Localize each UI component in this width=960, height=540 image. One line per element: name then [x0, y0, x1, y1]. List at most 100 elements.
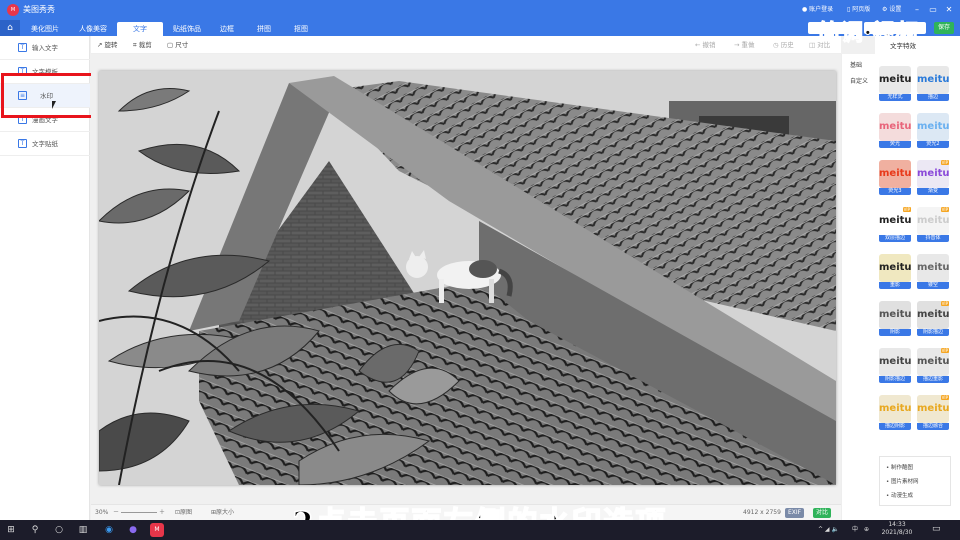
app-window: M 美图秀秀 ● 账户登录 ▯ 阿页版 ⚙ 设置 – ▭ ✕ ⌂ 美化图片 人像…	[0, 0, 960, 540]
clock[interactable]: 14:33 2021/8/30	[880, 521, 914, 537]
highlight-box	[1, 73, 104, 118]
phone-icon: ▯	[847, 6, 851, 13]
effect-item[interactable]: meitu 荧光3	[877, 160, 913, 198]
editor-canvas[interactable]	[91, 54, 841, 504]
size-button[interactable]: ▢ 尺寸	[167, 36, 188, 54]
effect-label: 阴影	[879, 329, 911, 336]
meitu-taskbar-icon[interactable]: M	[150, 523, 164, 537]
windows-start-icon[interactable]: ⊞	[4, 523, 18, 537]
search-icon[interactable]: ⚲	[28, 523, 42, 537]
effect-label: 抖音体	[917, 235, 949, 242]
actual-size-button[interactable]: ⊞原大小	[211, 505, 234, 521]
link-label: 动漫生成	[891, 493, 914, 499]
original-button[interactable]: ⊡原图	[175, 505, 192, 521]
clock-date: 2021/8/30	[881, 529, 913, 536]
tab-border[interactable]: 边框	[211, 22, 243, 36]
settings-label: 设置	[889, 6, 902, 13]
zoom-in-button[interactable]: ＋	[159, 505, 165, 521]
zoom-level: 30%	[95, 509, 109, 516]
tab-beautify[interactable]: 美化图片	[21, 22, 69, 36]
exif-button[interactable]: EXIF	[785, 508, 805, 518]
effect-preview: meitu	[917, 66, 950, 94]
mic-app-icon[interactable]: ●	[126, 523, 140, 537]
left-menu-text-sticker[interactable]: T 文字贴纸	[0, 132, 90, 156]
effect-item[interactable]: meitu 阴影描边 VIP	[915, 301, 951, 339]
rotate-button[interactable]: ↗ 旋转	[97, 36, 118, 54]
home-icon[interactable]: ⌂	[0, 20, 20, 36]
effect-item[interactable]: meitu 阴影描边	[877, 348, 913, 386]
effect-item[interactable]: meitu 重影	[877, 254, 913, 292]
redo-button[interactable]: → 重做	[734, 36, 755, 54]
close-button[interactable]: ✕	[942, 3, 956, 17]
history-button[interactable]: ◷ 历史	[773, 36, 794, 54]
effect-label: 阴影描边	[917, 329, 949, 336]
tab-stickers[interactable]: 贴纸饰品	[163, 22, 211, 36]
vip-badge: VIP	[940, 160, 949, 165]
cortana-icon[interactable]: ○	[52, 523, 66, 537]
tab-cutout[interactable]: 抠图	[283, 22, 319, 36]
effect-preview: meitu	[917, 254, 950, 282]
effect-item[interactable]: meitu 荧光	[877, 113, 913, 151]
category-custom[interactable]: 自定义	[850, 76, 868, 85]
effect-preview: meitu	[879, 66, 912, 94]
links-box: • 制作酷图 • 图片素材网 • 动漫生成	[879, 456, 951, 506]
app-logo-icon: M	[7, 4, 19, 16]
tab-collage[interactable]: 拼图	[245, 22, 283, 36]
app-title: 美图秀秀	[23, 5, 55, 14]
link-material[interactable]: • 图片素材网	[886, 477, 919, 485]
effect-item[interactable]: meitu 描边阴影	[877, 395, 913, 433]
vip-badge: VIP	[940, 348, 949, 353]
category-basic[interactable]: 基础	[850, 60, 862, 69]
undo-button[interactable]: ← 撤销	[695, 36, 716, 54]
ime-extra-icon[interactable]: ⊕	[864, 526, 869, 534]
effect-item[interactable]: meitu 无样式	[877, 66, 913, 104]
crop-button[interactable]: ⌗ 裁剪	[133, 36, 152, 54]
effect-item[interactable]: meitu 阴影	[877, 301, 913, 339]
original-label: 原图	[180, 509, 193, 516]
effect-label: 荧光	[879, 141, 911, 148]
contrast-button[interactable]: 对比	[813, 508, 832, 518]
photo-image	[99, 71, 836, 485]
effect-categories: 基础 自定义	[841, 54, 875, 520]
maximize-button[interactable]: ▭	[926, 3, 940, 17]
effect-item[interactable]: meitu 描边	[915, 66, 951, 104]
tab-portrait[interactable]: 人像美容	[69, 22, 117, 36]
vip-badge: VIP	[940, 395, 949, 400]
zoom-out-button[interactable]: －	[113, 505, 119, 521]
actual-size-label: 原大小	[216, 509, 235, 516]
redo-label: 重做	[741, 41, 755, 49]
left-menu-label: 文字贴纸	[32, 140, 58, 148]
app-pinned-icon[interactable]: ◉	[102, 523, 116, 537]
save-button[interactable]: 保存	[934, 22, 954, 34]
zoom-slider[interactable]	[121, 512, 157, 513]
effect-item[interactable]: meitu 描边融合 VIP	[915, 395, 951, 433]
compare-icon: ◫	[809, 41, 818, 49]
tray-icons[interactable]: ^ ◢ 🔈	[818, 526, 839, 534]
effect-label: 描边阴影	[879, 423, 911, 430]
effect-item[interactable]: meitu 渐变 VIP	[915, 160, 951, 198]
tab-text[interactable]: 文字	[117, 22, 163, 36]
link-anime[interactable]: • 动漫生成	[886, 491, 913, 499]
effect-item[interactable]: meitu 荧光2	[915, 113, 951, 151]
effect-preview: meitu	[879, 113, 912, 141]
clock-time: 14:33	[888, 521, 906, 528]
vip-badge: VIP	[940, 301, 949, 306]
effect-label: 渐变	[917, 188, 949, 195]
history-label: 历史	[780, 41, 794, 49]
crop-label: 裁剪	[138, 41, 152, 49]
notification-icon[interactable]: ▭	[932, 525, 941, 534]
effect-preview: meitu	[879, 301, 912, 329]
effect-label: 描边	[917, 94, 949, 101]
text-effects-panel: 文字特效 meitu 无样式 meitu 描边 meitu 荧光 meitu 荧光2 meitu…	[875, 36, 960, 520]
effect-item[interactable]: meitu 镂空	[915, 254, 951, 292]
ime-lang[interactable]: 中	[852, 526, 858, 534]
left-menu-input-text[interactable]: T 输入文字	[0, 36, 90, 60]
effect-item[interactable]: meitu 抖音体 VIP	[915, 207, 951, 245]
redo-icon: →	[734, 41, 742, 49]
effect-preview: meitu	[917, 113, 950, 141]
link-cool-pic[interactable]: • 制作酷图	[886, 463, 913, 471]
effect-item[interactable]: meitu 双层描边 VIP	[877, 207, 913, 245]
effect-item[interactable]: meitu 描边重影 VIP	[915, 348, 951, 386]
task-view-icon[interactable]: ▥	[76, 523, 90, 537]
effect-label: 描边融合	[917, 423, 949, 430]
